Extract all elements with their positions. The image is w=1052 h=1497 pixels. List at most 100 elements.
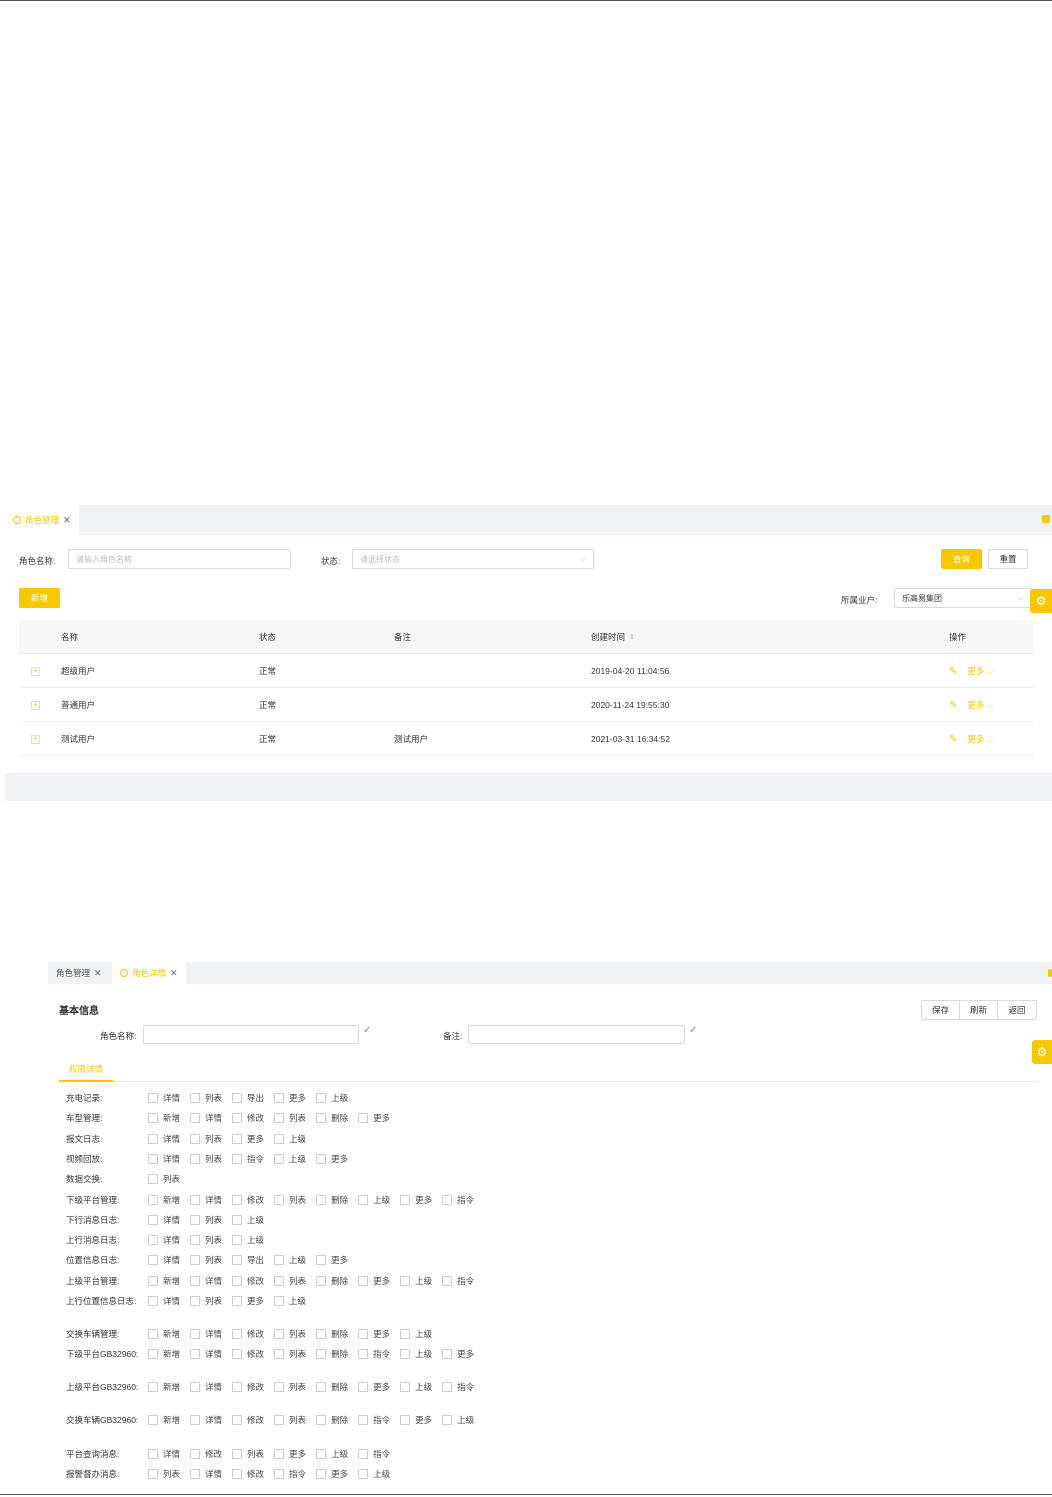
permission-checkbox[interactable]: 列表 bbox=[274, 1275, 306, 1287]
permission-checkbox[interactable]: 删除 bbox=[316, 1275, 348, 1287]
permission-checkbox[interactable]: 新增 bbox=[148, 1194, 180, 1206]
checkbox-icon[interactable] bbox=[232, 1215, 243, 1225]
checkbox-icon[interactable] bbox=[358, 1195, 369, 1205]
checkbox-icon[interactable] bbox=[274, 1449, 285, 1459]
checkbox-icon[interactable] bbox=[274, 1255, 285, 1265]
query-button[interactable]: 查询 bbox=[941, 549, 982, 569]
checkbox-icon[interactable] bbox=[190, 1113, 201, 1123]
checkbox-icon[interactable] bbox=[274, 1415, 285, 1425]
permission-checkbox[interactable]: 更多 bbox=[358, 1381, 390, 1393]
checkbox-icon[interactable] bbox=[358, 1415, 369, 1425]
checkbox-icon[interactable] bbox=[442, 1349, 453, 1359]
permission-checkbox[interactable]: 详情 bbox=[190, 1381, 222, 1393]
permission-checkbox[interactable]: 列表 bbox=[232, 1448, 264, 1460]
permission-checkbox[interactable]: 删除 bbox=[316, 1381, 348, 1393]
permission-checkbox[interactable]: 新增 bbox=[148, 1414, 180, 1426]
permission-checkbox[interactable]: 删除 bbox=[316, 1328, 348, 1340]
checkbox-icon[interactable] bbox=[190, 1195, 201, 1205]
checkbox-icon[interactable] bbox=[148, 1154, 158, 1164]
checkbox-icon[interactable] bbox=[442, 1276, 453, 1286]
permission-checkbox[interactable]: 新增 bbox=[148, 1112, 180, 1124]
permission-checkbox[interactable]: 上级 bbox=[400, 1328, 432, 1340]
permission-checkbox[interactable]: 上级 bbox=[400, 1381, 432, 1393]
permission-checkbox[interactable]: 更多 bbox=[316, 1468, 348, 1480]
checkbox-icon[interactable] bbox=[274, 1195, 285, 1205]
permission-checkbox[interactable]: 上级 bbox=[316, 1448, 348, 1460]
checkbox-icon[interactable] bbox=[148, 1134, 158, 1144]
permission-checkbox[interactable]: 详情 bbox=[190, 1348, 222, 1360]
permission-checkbox[interactable]: 修改 bbox=[232, 1194, 264, 1206]
permission-checkbox[interactable]: 详情 bbox=[148, 1133, 180, 1145]
checkbox-icon[interactable] bbox=[316, 1113, 327, 1123]
checkbox-icon[interactable] bbox=[274, 1329, 285, 1339]
checkbox-icon[interactable] bbox=[316, 1154, 327, 1164]
permission-checkbox[interactable]: 更多 bbox=[358, 1275, 390, 1287]
checkbox-icon[interactable] bbox=[232, 1382, 243, 1392]
checkbox-icon[interactable] bbox=[148, 1276, 158, 1286]
close-icon[interactable]: ✕ bbox=[63, 515, 71, 526]
checkbox-icon[interactable] bbox=[190, 1093, 201, 1103]
permission-checkbox[interactable]: 更多 bbox=[316, 1254, 348, 1266]
add-button[interactable]: 新增 bbox=[19, 588, 60, 608]
permission-checkbox[interactable]: 修改 bbox=[190, 1448, 222, 1460]
permission-checkbox[interactable]: 列表 bbox=[190, 1133, 222, 1145]
tab-permission-detail[interactable]: 权限详情 bbox=[69, 1063, 103, 1075]
checkbox-icon[interactable] bbox=[148, 1113, 158, 1123]
permission-checkbox[interactable]: 删除 bbox=[316, 1414, 348, 1426]
checkbox-icon[interactable] bbox=[190, 1449, 201, 1459]
refresh-button[interactable]: 刷新 bbox=[960, 1001, 998, 1019]
checkbox-icon[interactable] bbox=[190, 1235, 201, 1245]
permission-checkbox[interactable]: 上级 bbox=[358, 1468, 390, 1480]
checkbox-icon[interactable] bbox=[190, 1349, 201, 1359]
permission-checkbox[interactable]: 上级 bbox=[274, 1295, 306, 1307]
checkbox-icon[interactable] bbox=[358, 1329, 369, 1339]
checkbox-icon[interactable] bbox=[274, 1093, 285, 1103]
permission-checkbox[interactable]: 更多 bbox=[274, 1092, 306, 1104]
header-created[interactable]: 创建时间 ⇕ bbox=[591, 620, 635, 654]
checkbox-icon[interactable] bbox=[400, 1382, 411, 1392]
more-dropdown[interactable]: 更多 ⌵ bbox=[967, 665, 993, 677]
status-select[interactable]: 请选择状态 ⌵ bbox=[352, 549, 594, 569]
permission-checkbox[interactable]: 列表 bbox=[190, 1153, 222, 1165]
permission-checkbox[interactable]: 详情 bbox=[190, 1112, 222, 1124]
checkbox-icon[interactable] bbox=[232, 1235, 243, 1245]
checkbox-icon[interactable] bbox=[358, 1113, 369, 1123]
checkbox-icon[interactable] bbox=[190, 1415, 201, 1425]
checkbox-icon[interactable] bbox=[148, 1235, 158, 1245]
permission-checkbox[interactable]: 更多 bbox=[232, 1295, 264, 1307]
permission-checkbox[interactable]: 更多 bbox=[232, 1133, 264, 1145]
permission-checkbox[interactable]: 更多 bbox=[274, 1448, 306, 1460]
permission-checkbox[interactable]: 列表 bbox=[274, 1414, 306, 1426]
permission-checkbox[interactable]: 更多 bbox=[358, 1112, 390, 1124]
checkbox-icon[interactable] bbox=[274, 1349, 285, 1359]
permission-checkbox[interactable]: 更多 bbox=[400, 1414, 432, 1426]
checkbox-icon[interactable] bbox=[316, 1469, 327, 1479]
permission-checkbox[interactable]: 上级 bbox=[274, 1254, 306, 1266]
role-name-input[interactable] bbox=[143, 1025, 359, 1044]
permission-checkbox[interactable]: 指令 bbox=[232, 1153, 264, 1165]
checkbox-icon[interactable] bbox=[232, 1255, 243, 1265]
permission-checkbox[interactable]: 删除 bbox=[316, 1112, 348, 1124]
checkbox-icon[interactable] bbox=[190, 1382, 201, 1392]
checkbox-icon[interactable] bbox=[358, 1276, 369, 1286]
edit-icon[interactable]: ✎ bbox=[949, 700, 957, 711]
permission-checkbox[interactable]: 详情 bbox=[190, 1275, 222, 1287]
permission-checkbox[interactable]: 修改 bbox=[232, 1275, 264, 1287]
remark-input[interactable] bbox=[468, 1025, 685, 1044]
permission-checkbox[interactable]: 列表 bbox=[190, 1214, 222, 1226]
tenant-select[interactable]: 乐高易集团 ⌵ bbox=[894, 588, 1032, 608]
permission-checkbox[interactable]: 列表 bbox=[274, 1194, 306, 1206]
permission-checkbox[interactable]: 上级 bbox=[232, 1214, 264, 1226]
permission-checkbox[interactable]: 详情 bbox=[190, 1328, 222, 1340]
permission-checkbox[interactable]: 上级 bbox=[316, 1092, 348, 1104]
checkbox-icon[interactable] bbox=[148, 1349, 158, 1359]
checkbox-icon[interactable] bbox=[232, 1349, 243, 1359]
checkbox-icon[interactable] bbox=[232, 1449, 243, 1459]
tab-menu-icon[interactable] bbox=[1042, 515, 1050, 523]
checkbox-icon[interactable] bbox=[232, 1154, 243, 1164]
permission-checkbox[interactable]: 修改 bbox=[232, 1348, 264, 1360]
permission-checkbox[interactable]: 列表 bbox=[274, 1112, 306, 1124]
checkbox-icon[interactable] bbox=[442, 1382, 453, 1392]
permission-checkbox[interactable]: 列表 bbox=[190, 1092, 222, 1104]
checkbox-icon[interactable] bbox=[274, 1154, 285, 1164]
